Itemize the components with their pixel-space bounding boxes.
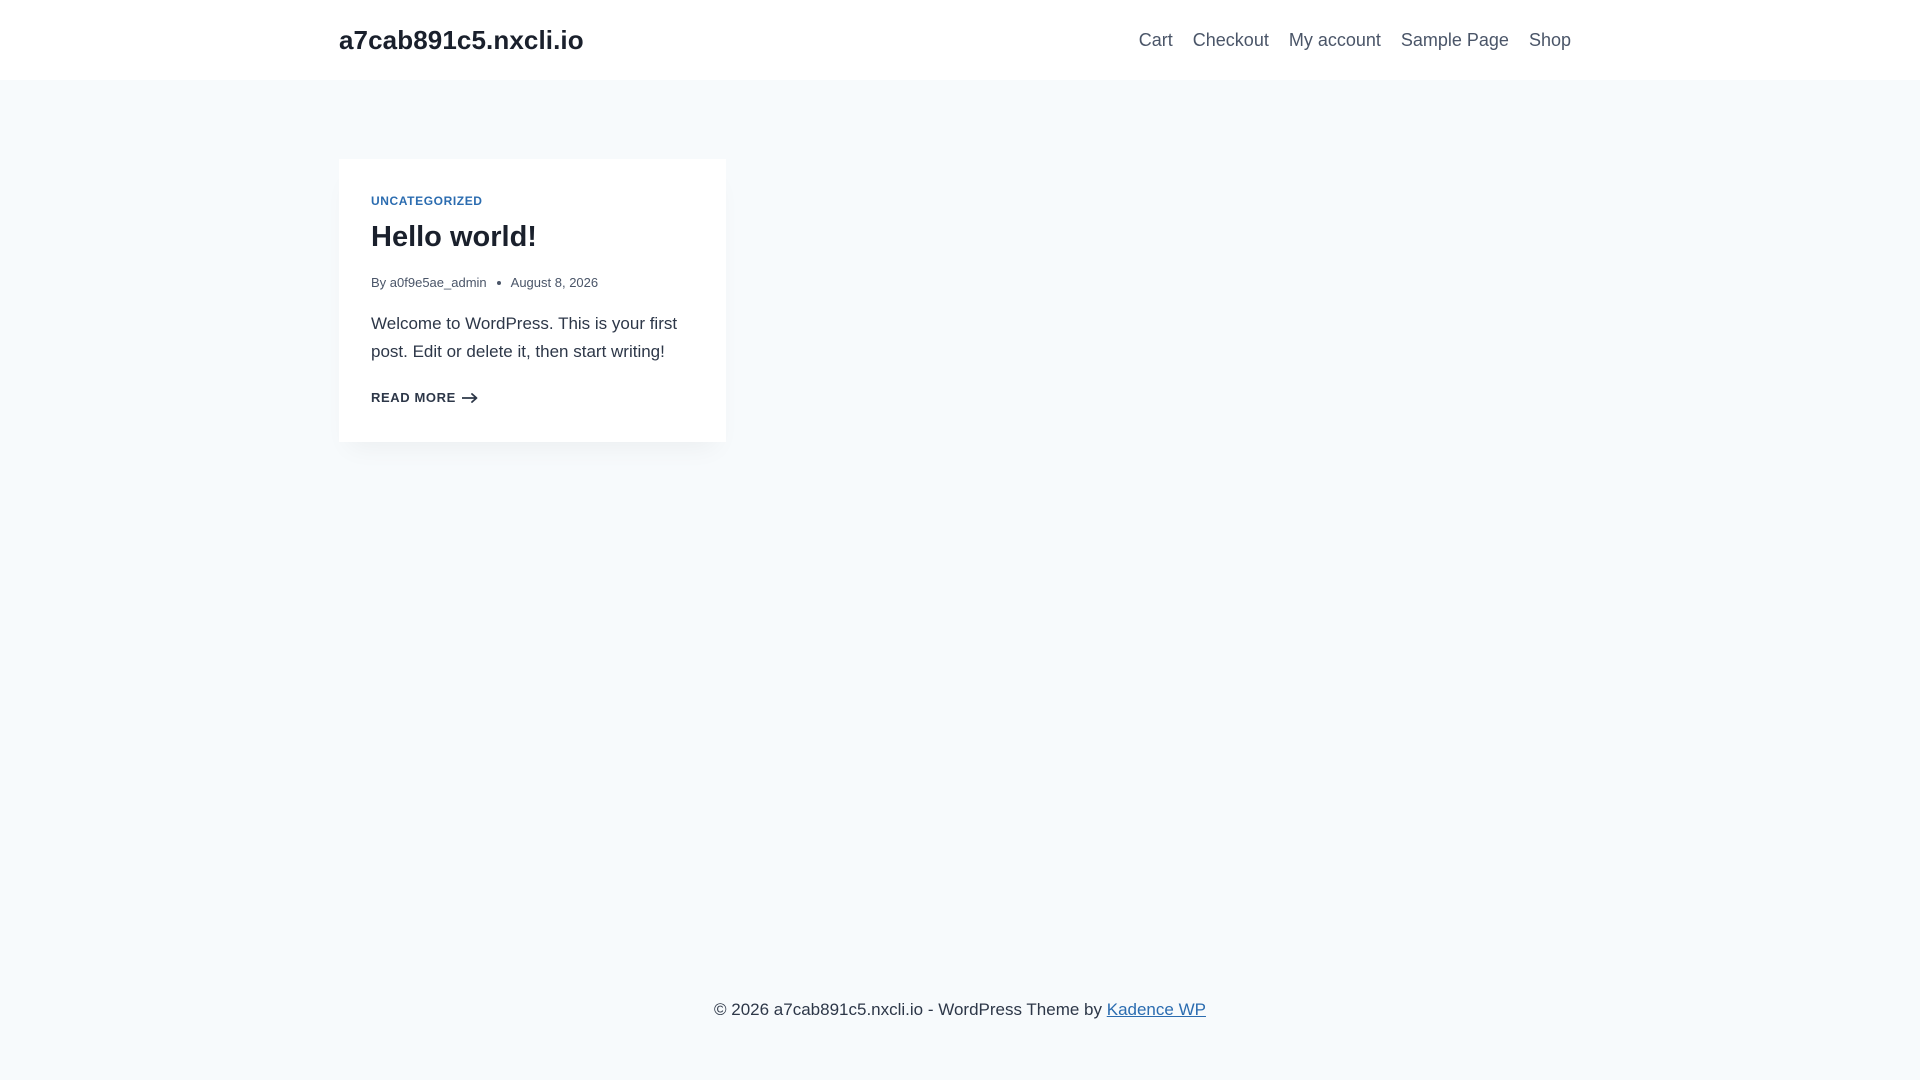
footer-theme-link[interactable]: Kadence WP: [1107, 1000, 1206, 1019]
post-author-link[interactable]: a0f9e5ae_admin: [390, 275, 487, 290]
read-more-label: READ MORE: [371, 390, 456, 405]
header-inner: a7cab891c5.nxcli.io Cart Checkout My acc…: [339, 0, 1571, 80]
nav-item-checkout[interactable]: Checkout: [1183, 0, 1279, 80]
site-header: a7cab891c5.nxcli.io Cart Checkout My acc…: [0, 0, 1920, 80]
post-excerpt: Welcome to WordPress. This is your first…: [371, 314, 678, 361]
primary-navigation: Cart Checkout My account Sample Page Sho…: [1129, 0, 1581, 80]
post-date: August 8, 2026: [510, 275, 599, 290]
post-title-link[interactable]: Hello world!: [371, 219, 537, 255]
arrow-right-icon: [461, 392, 478, 403]
nav-item-my-account[interactable]: My account: [1279, 0, 1391, 80]
footer-credit-text: © 2026 a7cab891c5.nxcli.io - WordPress T…: [714, 1000, 1107, 1019]
site-title-link[interactable]: a7cab891c5.nxcli.io: [339, 25, 584, 56]
meta-by-label: By: [371, 275, 387, 290]
meta-separator-dot: [496, 280, 501, 285]
site-footer: © 2026 a7cab891c5.nxcli.io - WordPress T…: [0, 980, 1920, 1040]
nav-item-sample-page[interactable]: Sample Page: [1391, 0, 1519, 80]
read-more-link[interactable]: READ MORE: [371, 390, 478, 405]
post-meta: By a0f9e5ae_admin August 8, 2026: [371, 275, 598, 290]
post-category-link[interactable]: UNCATEGORIZED: [371, 194, 483, 208]
nav-item-shop[interactable]: Shop: [1519, 0, 1581, 80]
nav-item-cart[interactable]: Cart: [1129, 0, 1183, 80]
